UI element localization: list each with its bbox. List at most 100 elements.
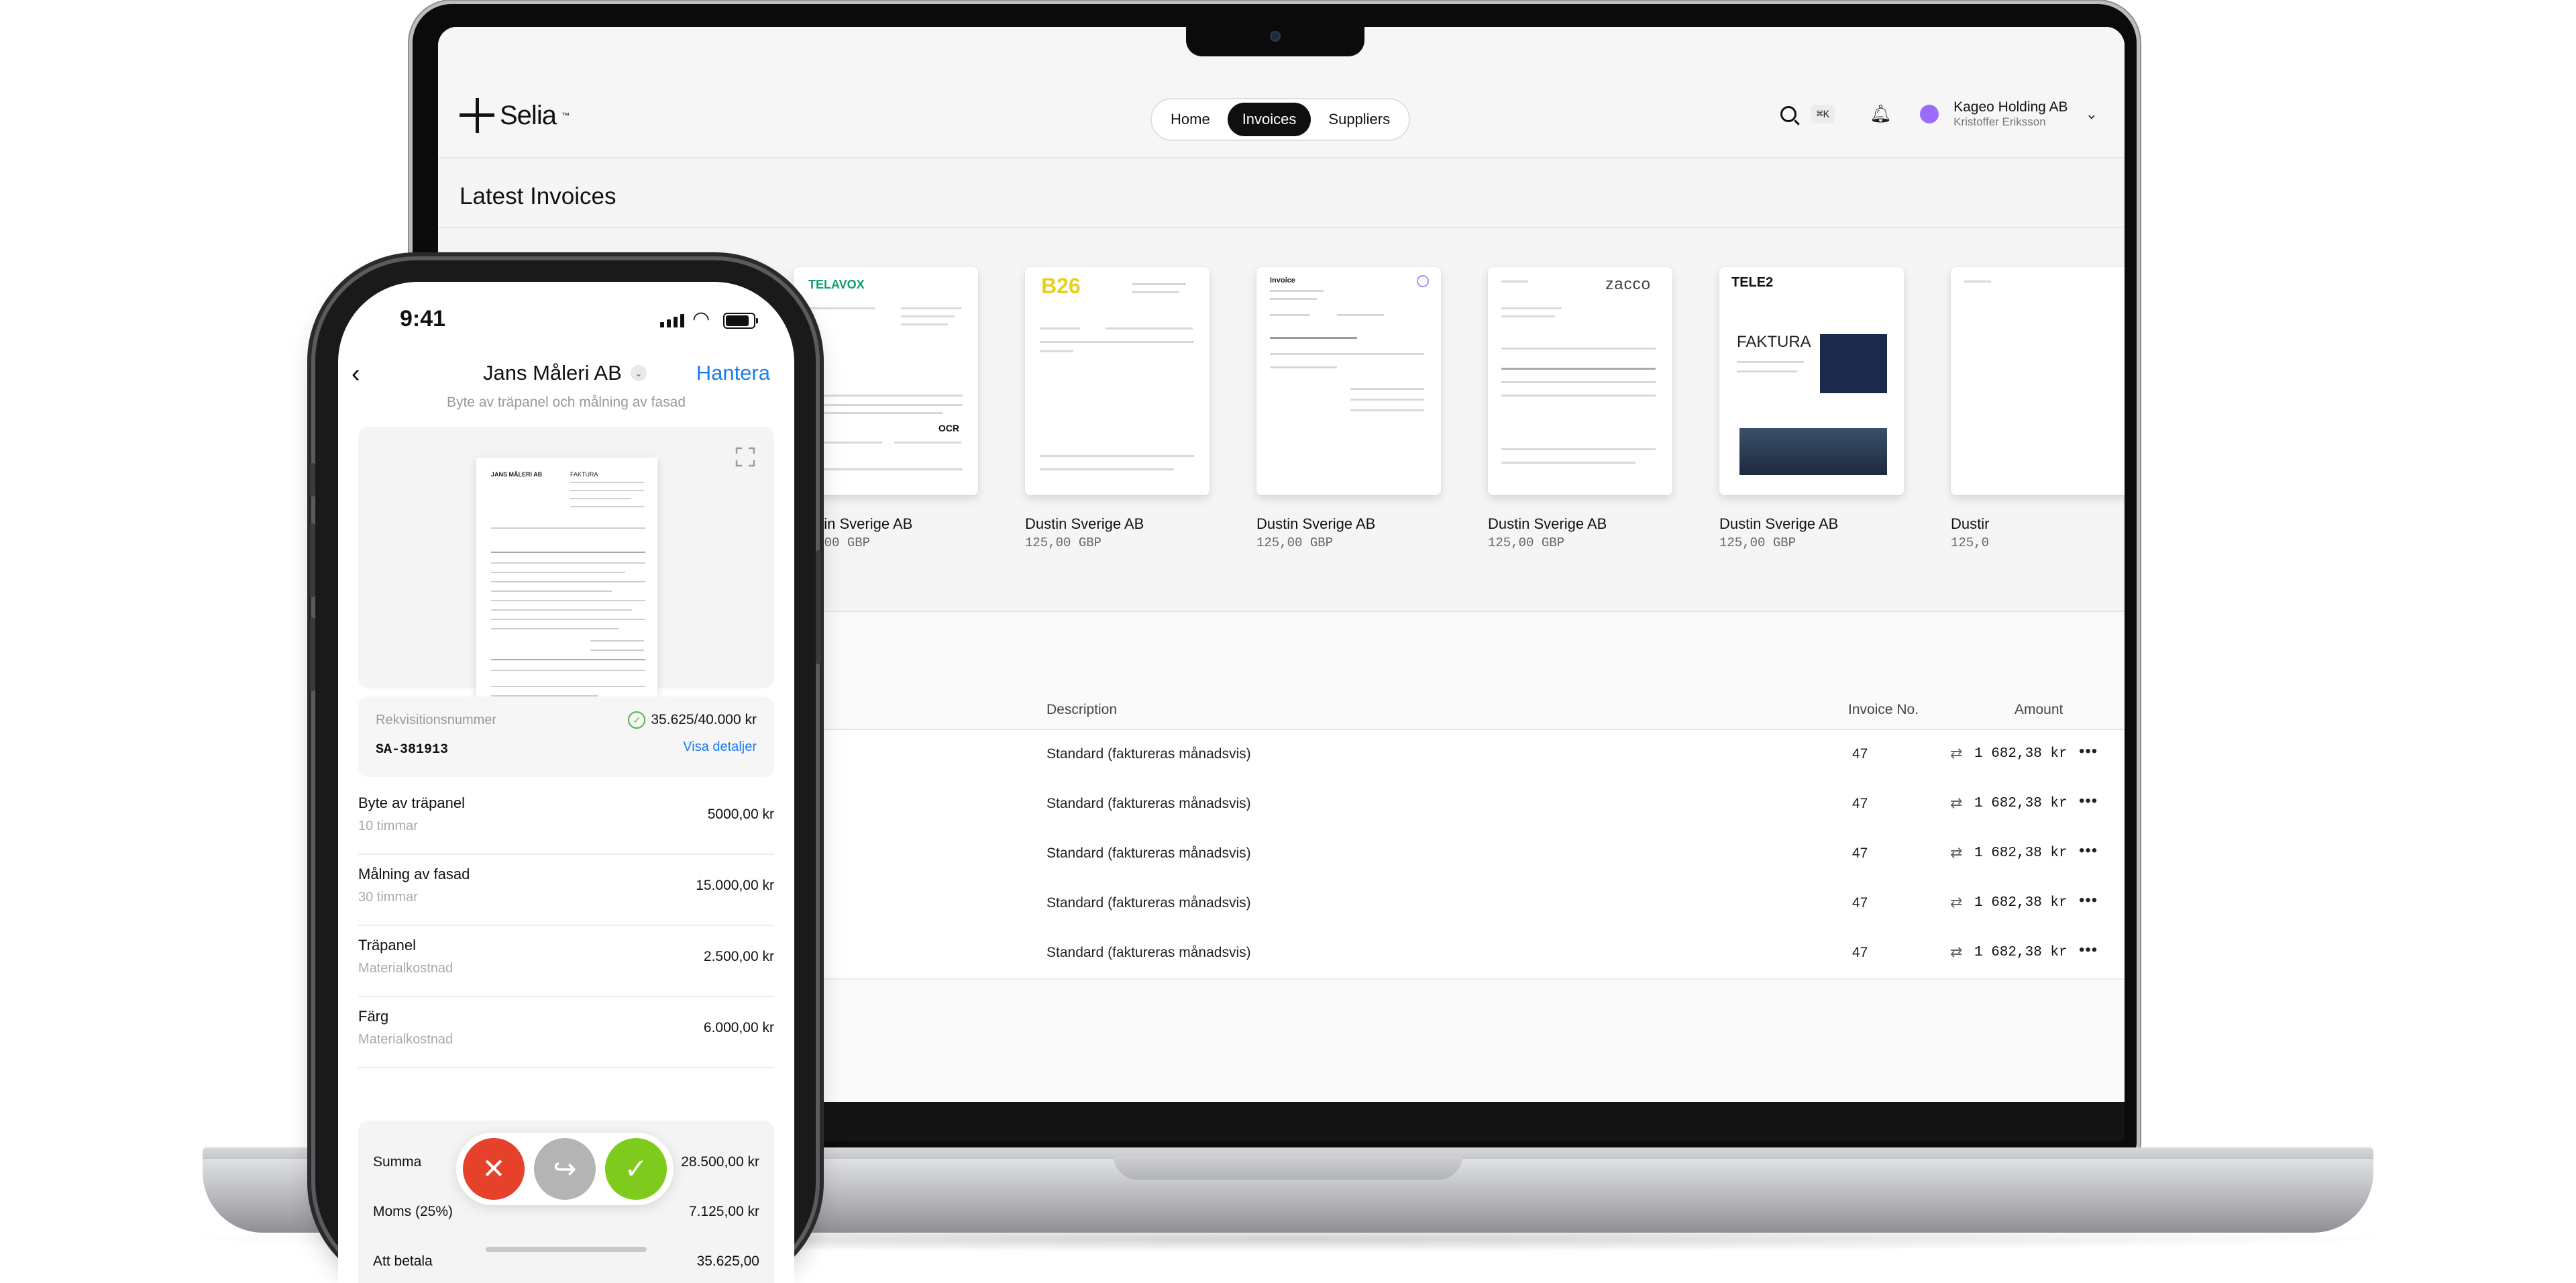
summary-label: Summa [373,1154,422,1170]
row-description: Standard (faktureras månadsvis) [1046,796,1251,811]
nav-invoices[interactable]: Invoices [1227,103,1311,136]
line-item-amount: 5000,00 kr [707,807,774,822]
invoice-document[interactable]: JANS MÅLERI AB FAKTURA [476,458,657,710]
row-description: Standard (faktureras månadsvis) [1046,945,1251,960]
main-nav: Home Invoices Suppliers [1150,98,1411,141]
invoice-supplier: Dustir [1951,515,1990,532]
row-description: Standard (faktureras månadsvis) [1046,895,1251,911]
invoice-thumbnail[interactable]: TELAVOX OCR [794,267,978,495]
chevron-down-icon[interactable]: ⌄ [631,365,647,381]
forward-button[interactable]: ↪ [534,1138,596,1200]
col-invoice-no[interactable]: Invoice No. [1848,702,1919,718]
requisition-label: Rekvisitionsnummer [376,713,497,727]
supplier-title: Jans Måleri AB [483,361,622,384]
invoice-supplier: Dustin Sverige AB [1025,515,1144,532]
status-time: 9:41 [400,306,446,331]
invoice-thumbnail[interactable] [1951,267,2125,495]
row-amount: 1 682,38 kr [1974,845,2068,861]
invoice-amount: 125,0 [1951,535,1990,550]
invoice-supplier: Dustin Sverige AB [1256,515,1376,532]
plus-logo-icon [460,98,494,133]
laptop-lip [1114,1156,1462,1180]
line-item[interactable]: Färg Materialkostnad 6.000,00 kr [358,996,774,1068]
col-description[interactable]: Description [1046,702,1117,718]
nav-suppliers[interactable]: Suppliers [1313,103,1405,136]
invoice-card[interactable]: TELAVOX OCR Dustin Sverige AB 125,00 GBP [794,267,978,550]
invoice-preview[interactable]: JANS MÅLERI AB FAKTURA [358,427,774,710]
row-invoice-no: 47 [1852,945,1868,960]
account-switcher[interactable]: Kageo Holding AB Kristoffer Eriksson [1953,99,2068,129]
more-icon[interactable]: ••• [2079,941,2098,960]
invoice-card[interactable]: B26 Dustin Sverige AB 125,00 GBP [1025,267,1210,550]
invoice-card[interactable]: zacco Dustin Sverige AB 125,00 GBP [1488,267,1672,550]
line-item[interactable]: Byte av träpanel 10 timmar 5000,00 kr [358,782,774,855]
col-amount[interactable]: Amount [2015,702,2063,718]
line-item[interactable]: Träpanel Materialkostnad 2.500,00 kr [358,925,774,997]
back-icon[interactable]: ‹ [352,360,360,389]
more-icon[interactable]: ••• [2079,742,2098,761]
phone-screen: 9:41 ◠ ‹ Jans Måleri AB ⌄ Hantera Byte a… [338,282,794,1283]
summary-value: 7.125,00 kr [688,1204,759,1219]
line-item-sub: Materialkostnad [358,1032,453,1047]
row-amount: 1 682,38 kr [1974,895,2068,911]
row-invoice-no: 47 [1852,895,1868,911]
camera-notch [1186,23,1364,56]
camera-icon [1270,31,1281,42]
repeat-icon: ⇄ [1950,844,1963,861]
invoice-thumbnail[interactable]: TELE2 FAKTURA [1719,267,1904,495]
invoice-subtitle: Byte av träpanel och målning av fasad [446,395,686,410]
row-amount: 1 682,38 kr [1974,746,2068,762]
invoice-promo-photo [1739,428,1887,475]
search-icon[interactable] [1780,105,1796,122]
repeat-icon: ⇄ [1950,794,1963,811]
brand-logo[interactable]: Selia ™ [460,98,570,133]
invoice-brand: B26 [1041,274,1081,298]
repeat-icon: ⇄ [1950,894,1963,911]
account-name: Kageo Holding AB [1953,99,2068,115]
more-icon[interactable]: ••• [2079,841,2098,860]
bell-icon[interactable]: 🔔︎ [1870,103,1892,124]
row-description: Standard (faktureras månadsvis) [1046,845,1251,861]
show-details-link[interactable]: Visa detaljer [683,739,757,755]
requisition-amount-text: 35.625/40.000 kr [651,712,757,727]
chevron-down-icon[interactable]: ⌄ [2086,105,2098,123]
line-item-sub: 10 timmar [358,819,418,833]
ocr-label: OCR [938,423,959,433]
repeat-icon: ⇄ [1950,745,1963,762]
invoice-thumbnail[interactable]: B26 [1025,267,1210,495]
row-description: Standard (faktureras månadsvis) [1046,746,1251,762]
line-item-title: Byte av träpanel [358,794,465,811]
invoice-amount: 125,00 GBP [1719,535,1796,550]
phone-volume-down-button [310,617,315,691]
invoice-doc-title: FAKTURA [1737,333,1811,351]
invoice-supplier: Dustin Sverige AB [1719,515,1839,532]
manage-button[interactable]: Hantera [696,361,770,385]
doc-company: JANS MÅLERI AB [491,471,543,478]
invoice-card[interactable]: TELE2 FAKTURA Dustin Sverige AB 125,00 G… [1719,267,1904,550]
invoice-thumbnail[interactable]: Invoice [1256,267,1441,495]
more-icon[interactable]: ••• [2079,792,2098,811]
nav-home[interactable]: Home [1156,103,1225,136]
invoice-promo-block [1820,334,1887,393]
brand-tm: ™ [561,111,570,120]
row-invoice-no: 47 [1852,796,1868,811]
reject-button[interactable]: ✕ [463,1138,525,1200]
invoice-thumbnail[interactable]: zacco [1488,267,1672,495]
invoice-card[interactable]: Invoice Dustin Sverige AB 125,00 GBP [1256,267,1441,550]
row-invoice-no: 47 [1852,845,1868,861]
invoice-card[interactable]: Dustir 125,0 [1951,267,2125,550]
requisition-card: Rekvisitionsnummer SA-381913 ✓ 35.625/40… [358,697,774,777]
line-item[interactable]: Målning av fasad 30 timmar 15.000,00 kr [358,854,774,926]
expand-icon[interactable] [735,447,755,467]
approve-button[interactable]: ✓ [605,1138,667,1200]
more-icon[interactable]: ••• [2079,891,2098,910]
page-title: Latest Invoices [460,183,616,209]
line-item-amount: 15.000,00 kr [696,878,774,893]
summary-label: Moms (25%) [373,1204,453,1219]
wifi-icon: ◠ [692,308,710,330]
search-shortcut: ⌘K [1811,104,1835,123]
invoice-thumbnails: TELAVOX OCR Dustin Sverige AB 125,00 GBP… [794,267,2125,550]
avatar[interactable] [1920,104,1939,123]
home-indicator [486,1247,647,1252]
line-item-amount: 6.000,00 kr [703,1020,774,1035]
